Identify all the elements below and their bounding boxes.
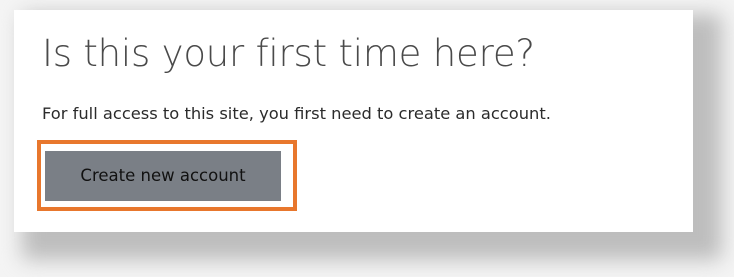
signup-card: Is this your first time here? For full a… <box>14 10 693 232</box>
page-title: Is this your first time here? <box>42 32 535 75</box>
create-account-button[interactable]: Create new account <box>45 151 281 201</box>
signup-info-text: For full access to this site, you first … <box>42 104 551 123</box>
